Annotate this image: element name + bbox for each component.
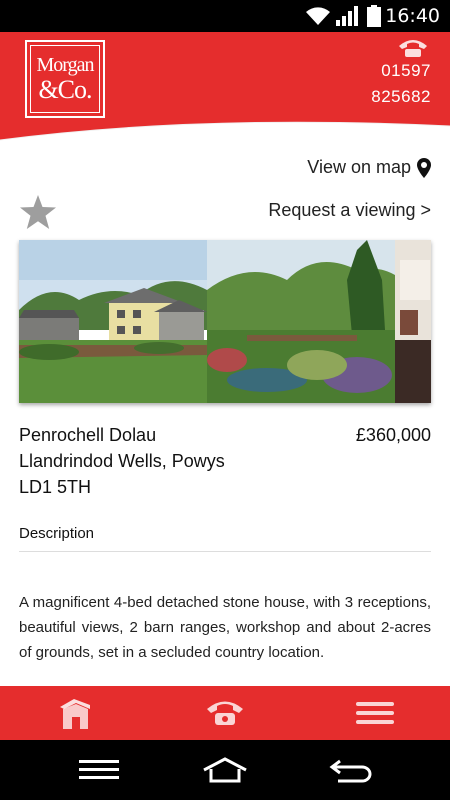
address-line3: LD1 5TH [19, 477, 92, 497]
phone-icon [207, 701, 243, 725]
map-pin-icon [417, 157, 431, 178]
phone-number-line1: 01597 [381, 61, 431, 80]
tab-home[interactable] [0, 686, 150, 740]
back-icon [329, 759, 372, 783]
property-description: A magnificent 4-bed detached stone house… [19, 594, 431, 661]
logo-text-line2: &Co. [38, 75, 92, 104]
home-icon [60, 699, 90, 729]
view-on-map-link[interactable]: View on map [307, 157, 431, 178]
description-divider [19, 551, 431, 552]
company-logo[interactable]: Morgan &Co. [25, 40, 105, 118]
property-address: Penrochell Dolau Llandrindod Wells, Powy… [19, 422, 225, 500]
battery-icon [367, 5, 381, 27]
menu-icon [79, 760, 119, 779]
status-bar: 16:40 [0, 0, 450, 32]
home-icon [203, 757, 247, 783]
header-phone-button[interactable]: 01597 825682 [371, 38, 431, 110]
view-on-map-label: View on map [307, 157, 411, 177]
address-line2: Llandrindod Wells, Powys [19, 451, 225, 471]
property-image-gallery[interactable] [19, 240, 431, 403]
phone-number-line2: 825682 [371, 87, 431, 106]
app-header: Morgan &Co. 01597 825682 [0, 32, 450, 147]
tab-menu[interactable] [300, 686, 450, 740]
favourite-star-icon[interactable] [19, 194, 57, 230]
request-viewing-link[interactable]: Request a viewing > [268, 200, 431, 221]
system-nav-bar [0, 740, 450, 800]
menu-icon [356, 702, 394, 724]
header-curve [0, 121, 450, 147]
property-photo-garden[interactable] [207, 240, 395, 403]
property-photo-house[interactable] [19, 240, 207, 403]
phone-icon [399, 40, 427, 57]
logo-text-line1: Morgan [36, 54, 95, 76]
property-photo-interior[interactable] [395, 240, 431, 403]
address-line1: Penrochell Dolau [19, 425, 157, 445]
tab-call[interactable] [150, 686, 300, 740]
signal-icon [336, 6, 358, 26]
wifi-icon [306, 7, 330, 25]
property-price: £360,000 [355, 425, 431, 445]
system-back-button[interactable] [276, 740, 426, 800]
description-heading: Description [19, 525, 95, 542]
status-time: 16:40 [385, 5, 440, 27]
bottom-tab-bar [0, 686, 450, 740]
